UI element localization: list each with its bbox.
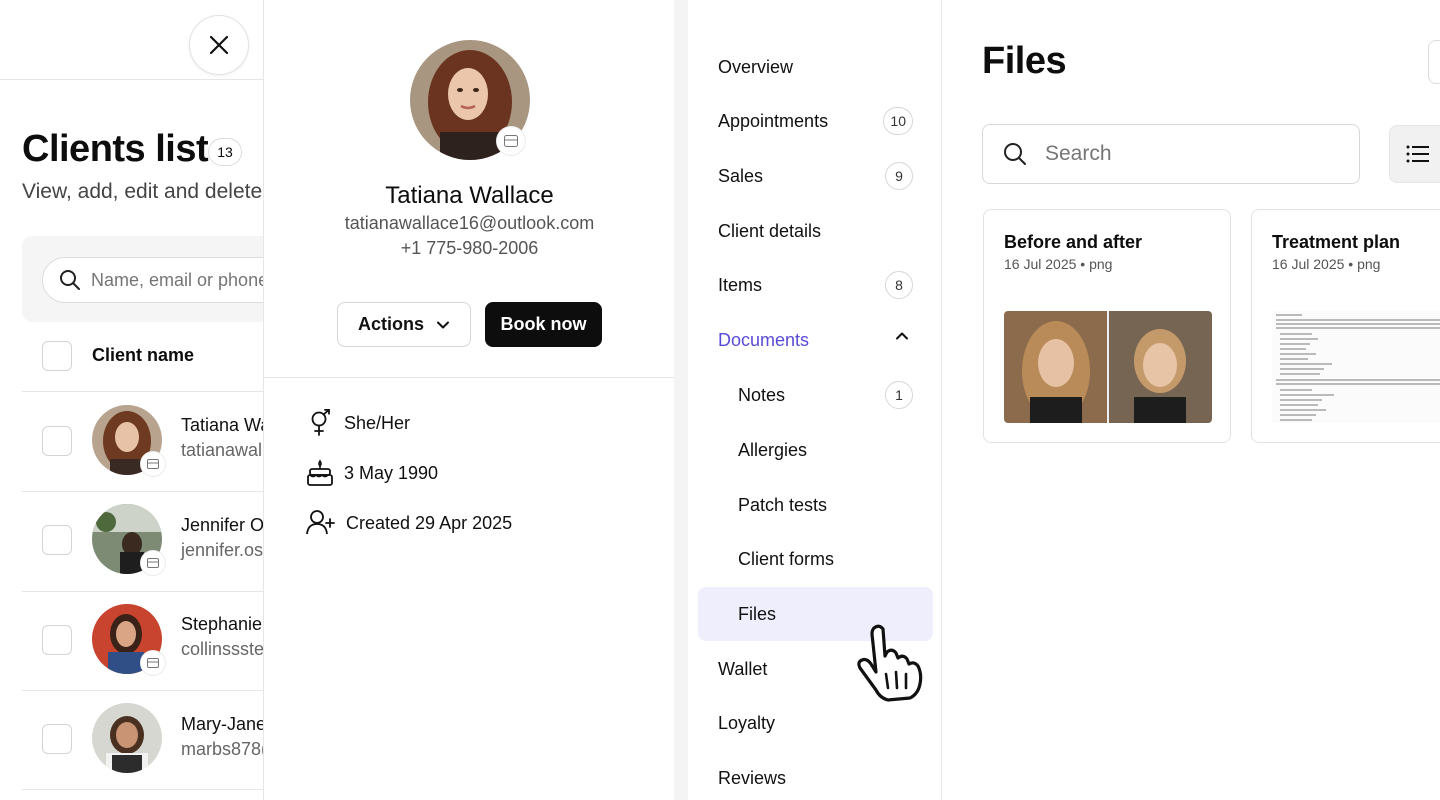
nav-item-client-details[interactable]: Client details — [698, 204, 933, 258]
file-card[interactable]: Treatment plan 16 Jul 2025 • png — [1251, 209, 1440, 443]
count-badge: 9 — [885, 162, 913, 190]
close-button[interactable] — [189, 15, 249, 75]
created-row: Created 29 Apr 2025 — [306, 508, 512, 538]
file-thumbnail — [1004, 311, 1212, 423]
nav-item-label: Reviews — [718, 767, 787, 788]
nav-item-patch-tests[interactable]: Patch tests — [698, 478, 933, 532]
client-email: jennifer.osn — [181, 540, 274, 560]
files-panel: Files Before and after 16 Jul 2025 • png — [943, 0, 1440, 800]
row-checkbox[interactable] — [42, 426, 72, 456]
client-email: collinssste — [181, 639, 265, 659]
nav-item-label: Sales — [718, 165, 764, 186]
row-checkbox[interactable] — [42, 625, 72, 655]
client-email: tatianawall — [181, 440, 267, 460]
file-title: Treatment plan — [1272, 232, 1401, 252]
list-icon — [1406, 145, 1429, 163]
actions-label: Actions — [357, 314, 424, 334]
book-now-button[interactable]: Book now — [485, 302, 602, 347]
files-search-input[interactable] — [1045, 142, 1325, 166]
nav-item-label: Client forms — [738, 548, 835, 569]
card-icon — [496, 126, 526, 156]
select-all-checkbox[interactable] — [42, 341, 72, 371]
nav-item-label: Appointments — [718, 110, 829, 131]
profile-name: Tatiana Wallace — [385, 182, 554, 209]
card-icon — [140, 550, 166, 576]
nav-item-sales[interactable]: Sales 9 — [698, 149, 933, 203]
divider — [264, 377, 675, 378]
nav-item-label: Files — [738, 603, 777, 624]
client-nav-menu: Overview Appointments 10 Sales 9 Client de… — [688, 0, 942, 800]
file-card[interactable]: Before and after 16 Jul 2025 • png — [983, 209, 1231, 443]
row-checkbox[interactable] — [42, 525, 72, 555]
profile-email: tatianawallace16@outlook.com — [344, 213, 595, 233]
files-search-field[interactable] — [982, 124, 1360, 184]
nav-item-loyalty[interactable]: Loyalty — [698, 696, 933, 750]
search-icon — [60, 270, 80, 290]
nav-item-label: Overview — [718, 56, 794, 77]
card-icon — [140, 451, 166, 477]
nav-item-notes[interactable]: Notes 1 — [698, 368, 933, 422]
nav-item-label: Client details — [718, 220, 822, 241]
gender-icon — [311, 409, 330, 436]
profile-phone: +1 775-980-2006 — [400, 238, 539, 258]
client-name[interactable]: Jennifer Os — [181, 515, 273, 536]
list-view-button[interactable] — [1389, 125, 1440, 183]
search-icon — [1004, 143, 1026, 165]
client-profile-panel: Tatiana Wallace tatianawallace16@outlook… — [263, 0, 675, 800]
nav-item-appointments[interactable]: Appointments 10 — [698, 94, 933, 148]
client-email: marbs878( — [181, 739, 268, 759]
pronouns-text: She/Her — [344, 412, 411, 433]
nav-item-label: Documents — [718, 329, 810, 350]
user-add-icon — [306, 510, 335, 535]
nav-item-label: Wallet — [718, 658, 768, 679]
file-thumbnail — [1272, 311, 1440, 423]
close-icon — [209, 35, 229, 55]
nav-item-items[interactable]: Items 8 — [698, 258, 933, 312]
client-name[interactable]: Tatiana Wa — [181, 415, 270, 436]
nav-item-files[interactable]: Files — [698, 587, 933, 641]
nav-item-label: Patch tests — [738, 494, 828, 515]
file-meta: 16 Jul 2025 • png — [1272, 256, 1381, 272]
nav-item-label: Loyalty — [718, 712, 776, 733]
file-title: Before and after — [1004, 232, 1143, 252]
client-name[interactable]: Stephanie — [181, 614, 262, 635]
nav-item-documents[interactable]: Documents — [698, 313, 933, 367]
nav-item-allergies[interactable]: Allergies — [698, 423, 933, 477]
count-badge: 10 — [883, 107, 913, 135]
page-title: Clients list — [22, 128, 209, 170]
nav-item-label: Items — [718, 274, 763, 295]
count-badge: 8 — [885, 271, 913, 299]
column-header-client-name[interactable]: Client name — [92, 345, 194, 366]
nav-item-label: Allergies — [738, 439, 808, 460]
avatar — [92, 703, 162, 773]
client-count-badge: 13 — [208, 138, 242, 166]
birthday-text: 3 May 1990 — [344, 462, 439, 483]
nav-item-client-forms[interactable]: Client forms — [698, 532, 933, 586]
chevron-down-icon — [437, 321, 449, 328]
page-subtitle: View, add, edit and delete y — [22, 180, 279, 203]
nav-item-overview[interactable]: Overview — [698, 40, 933, 94]
birthday-row: 3 May 1990 — [306, 458, 438, 488]
nav-item-reviews[interactable]: Reviews — [698, 751, 933, 800]
nav-item-wallet[interactable]: Wallet — [698, 642, 933, 696]
file-meta: 16 Jul 2025 • png — [1004, 256, 1113, 272]
panel-divider — [674, 0, 688, 800]
nav-item-label: Notes — [738, 384, 786, 405]
card-icon — [140, 650, 166, 676]
client-name[interactable]: Mary-Jane — [181, 714, 266, 735]
add-file-button[interactable] — [1428, 40, 1440, 84]
chevron-up-icon — [896, 332, 908, 340]
created-text: Created 29 Apr 2025 — [346, 512, 513, 533]
actions-button[interactable]: Actions — [337, 302, 471, 347]
pronouns-row: She/Her — [306, 408, 410, 438]
count-badge: 1 — [885, 381, 913, 409]
row-checkbox[interactable] — [42, 724, 72, 754]
files-title: Files — [982, 40, 1067, 82]
birthday-cake-icon — [307, 459, 333, 486]
